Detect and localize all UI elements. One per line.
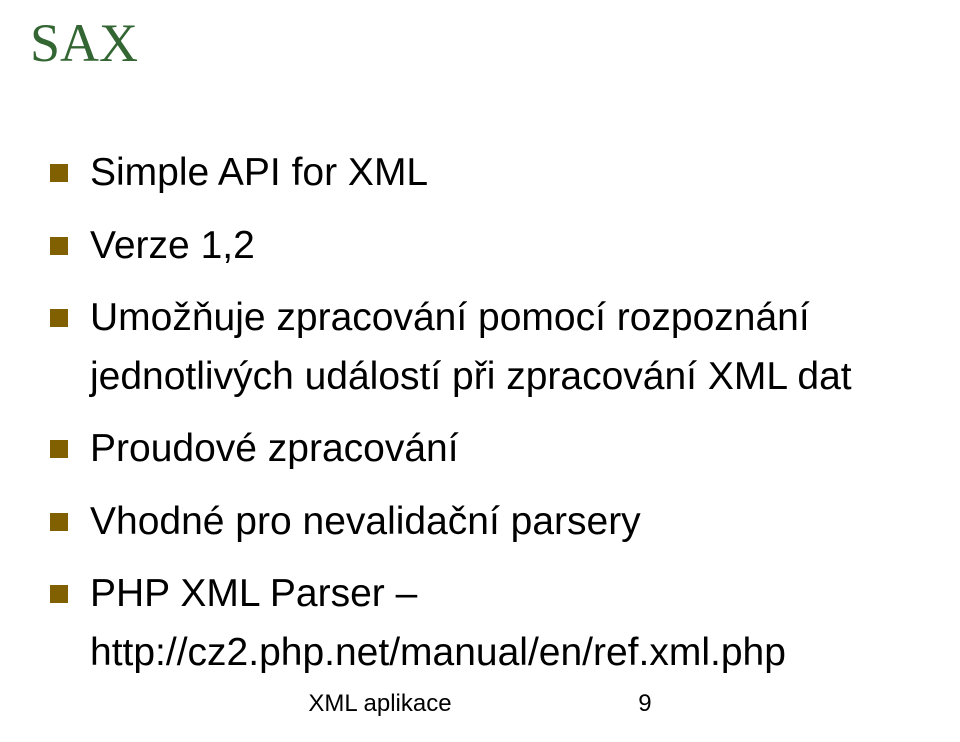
footer: XML aplikace 9 [0, 690, 960, 718]
bullet-text: PHP XML Parser – http://cz2.php.net/manu… [90, 572, 786, 674]
slide: SAX Simple API for XML Verze 1,2 Umožňuj… [0, 0, 960, 742]
footer-text: XML aplikace [308, 690, 451, 718]
bullet-item: Vhodné pro nevalidační parsery [50, 493, 930, 552]
slide-title: SAX [30, 12, 930, 74]
page-number: 9 [638, 690, 651, 718]
bullet-item: Umožňuje zpracování pomocí rozpoznání je… [50, 289, 930, 406]
bullet-text: Vhodné pro nevalidační parsery [90, 500, 641, 543]
bullet-item: Verze 1,2 [50, 217, 930, 276]
bullet-text: Proudové zpracování [90, 427, 459, 470]
bullet-item: Proudové zpracování [50, 420, 930, 479]
bullet-item: PHP XML Parser – http://cz2.php.net/manu… [50, 565, 930, 682]
bullet-text: Simple API for XML [90, 151, 428, 194]
bullet-item: Simple API for XML [50, 144, 930, 203]
bullet-list: Simple API for XML Verze 1,2 Umožňuje zp… [30, 144, 930, 682]
bullet-text: Umožňuje zpracování pomocí rozpoznání je… [90, 296, 852, 398]
bullet-text: Verze 1,2 [90, 224, 255, 267]
